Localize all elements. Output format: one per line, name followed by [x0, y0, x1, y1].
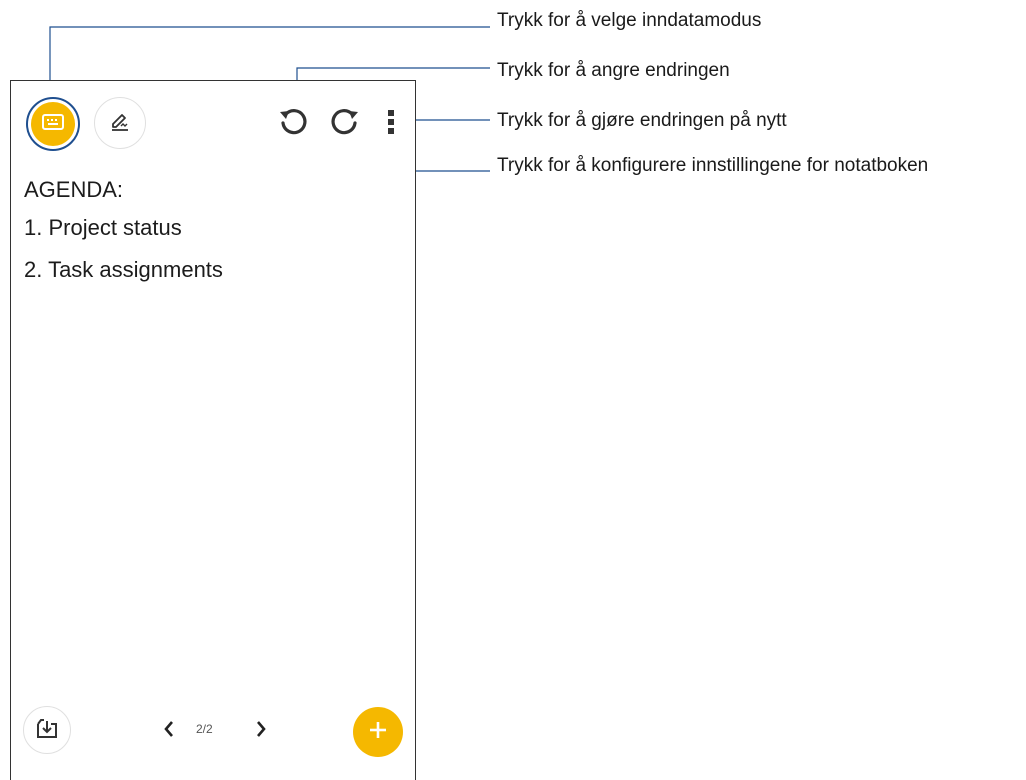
add-page-button[interactable]	[353, 707, 403, 757]
note-line[interactable]: 2. Task assignments	[24, 257, 223, 283]
import-button[interactable]	[23, 706, 71, 754]
more-vert-icon	[387, 109, 395, 140]
import-icon	[35, 717, 59, 744]
plus-icon	[367, 719, 389, 746]
note-line-heading[interactable]: AGENDA:	[24, 177, 123, 203]
previous-page-button[interactable]	[159, 717, 179, 745]
handwriting-mode-button[interactable]	[94, 97, 146, 149]
page-indicator: 2/2	[196, 722, 213, 736]
input-mode-button-fill	[31, 102, 75, 146]
notebook-screen: AGENDA: 1. Project status 2. Task assign…	[10, 80, 416, 780]
callout-input-mode: Trykk for å velge inndatamodus	[497, 10, 762, 31]
note-line[interactable]: 1. Project status	[24, 215, 182, 241]
pen-signature-icon	[109, 110, 131, 137]
keyboard-icon	[42, 113, 64, 135]
input-mode-button[interactable]	[26, 97, 80, 151]
next-page-button[interactable]	[251, 717, 271, 745]
callout-settings: Trykk for å konfigurere innstillingene f…	[497, 155, 929, 176]
undo-icon	[277, 106, 309, 143]
undo-button[interactable]	[275, 106, 311, 142]
chevron-right-icon	[255, 720, 267, 743]
redo-button[interactable]	[327, 106, 363, 142]
redo-icon	[329, 106, 361, 143]
chevron-left-icon	[163, 720, 175, 743]
callout-redo: Trykk for å gjøre endringen på nytt	[497, 110, 787, 131]
more-options-button[interactable]	[383, 106, 399, 142]
callout-undo: Trykk for å angre endringen	[497, 60, 730, 81]
